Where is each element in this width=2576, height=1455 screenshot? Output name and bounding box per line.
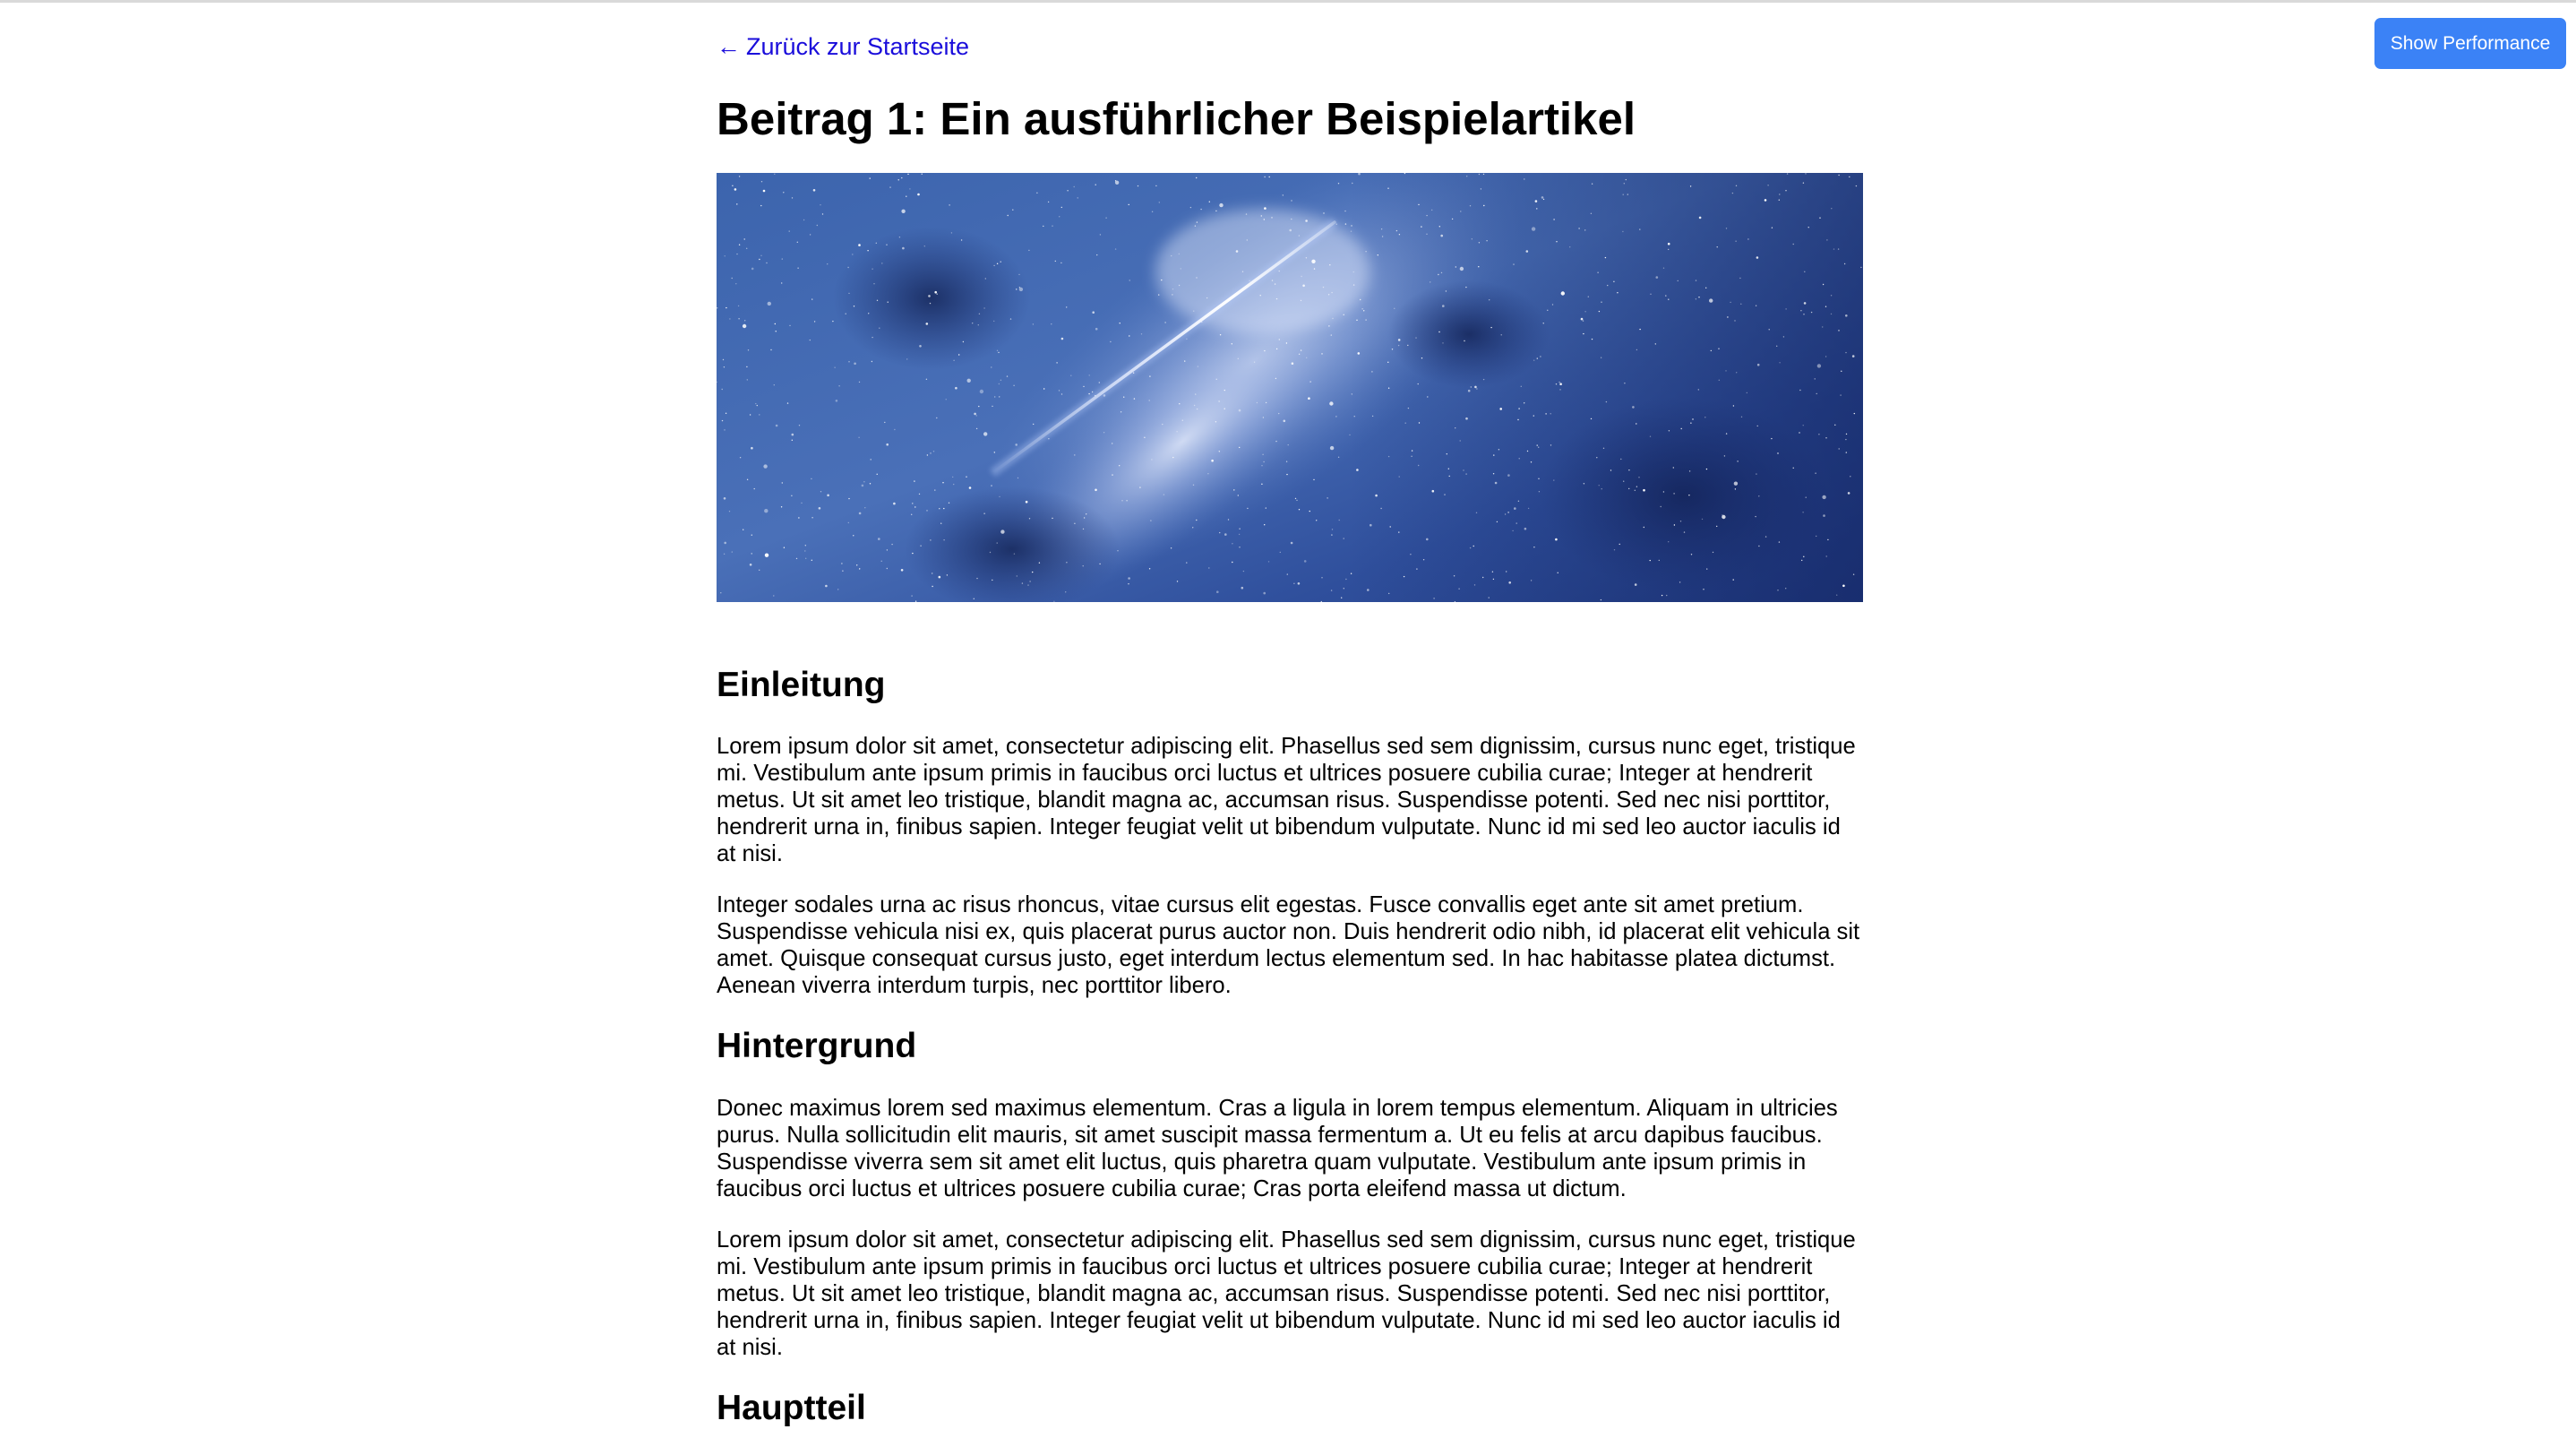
back-link-label: Zurück zur Startseite <box>746 33 970 60</box>
paragraph: Donec maximus lorem sed maximus elementu… <box>717 1096 1838 1201</box>
arrow-left-icon: ← <box>717 33 741 60</box>
top-border <box>0 0 2576 3</box>
hero-image <box>717 173 1863 602</box>
paragraph: Integer sodales urna ac risus rhoncus, v… <box>717 892 1860 998</box>
section-heading-einleitung: Einleitung <box>717 666 886 704</box>
paragraph: Lorem ipsum dolor sit amet, consectetur … <box>717 734 1856 866</box>
paragraph: Lorem ipsum dolor sit amet, consectetur … <box>717 1227 1856 1360</box>
back-to-home-link[interactable]: ← Zurück zur Startseite <box>717 29 969 65</box>
show-performance-button[interactable]: Show Performance <box>2374 18 2566 69</box>
article-title: Beitrag 1: Ein ausführlicher Beispielart… <box>717 93 1636 144</box>
section-heading-hintergrund: Hintergrund <box>717 1027 917 1065</box>
section-heading-hauptteil: Hauptteil <box>717 1389 866 1427</box>
